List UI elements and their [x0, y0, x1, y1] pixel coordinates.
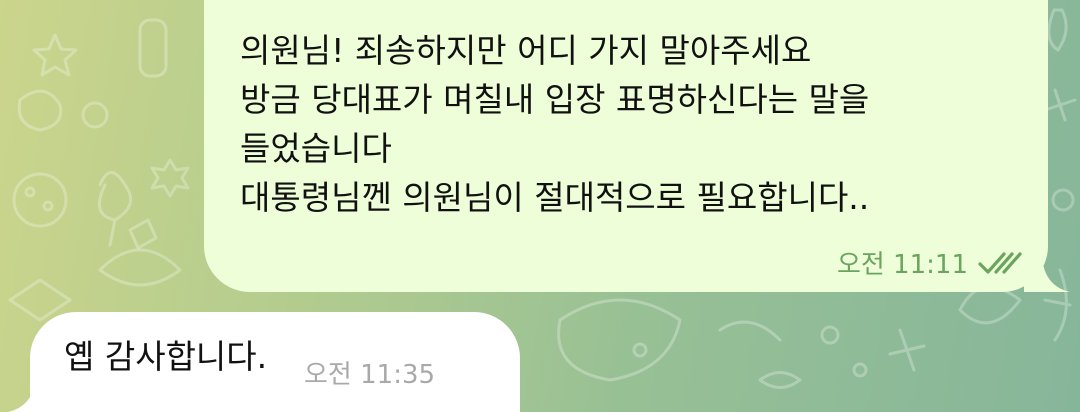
message-line: 방금 당대표가 며칠내 입장 표명하신다는 말을	[240, 80, 870, 119]
message-line: 의원님! 죄송하지만 어디 가지 말아주세요	[240, 31, 812, 70]
outgoing-message-text: 의원님! 죄송하지만 어디 가지 말아주세요방금 당대표가 며칠내 입장 표명하…	[240, 26, 869, 222]
outgoing-message-meta: 오전 11:11	[837, 244, 1024, 281]
message-line: 들었습니다	[240, 129, 392, 168]
message-time: 오전 11:35	[304, 360, 436, 390]
outgoing-message-bubble[interactable]: 의원님! 죄송하지만 어디 가지 말아주세요방금 당대표가 며칠내 입장 표명하…	[204, 0, 1070, 292]
bubble-tail-icon	[1024, 256, 1070, 292]
incoming-message-meta: 오전 11:35	[304, 354, 435, 391]
bubble-tail-icon	[8, 376, 54, 412]
double-check-icon	[978, 251, 1022, 274]
message-time: 오전 11:11	[836, 250, 968, 280]
incoming-message-text: 옙 감사합니다.	[64, 337, 268, 376]
message-line: 대통령님껜 의원님이 절대적으로 필요합니다..	[240, 178, 870, 217]
